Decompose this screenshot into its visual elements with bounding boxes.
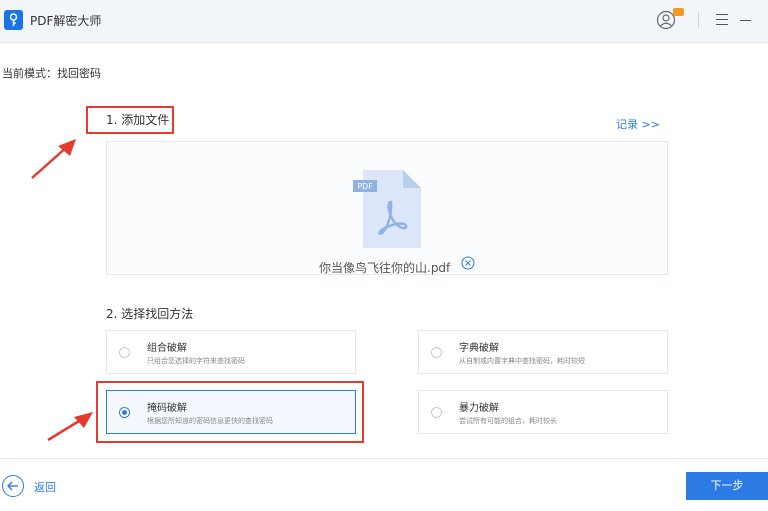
file-name: 你当像鸟飞往你的山.pdf [319, 261, 451, 275]
option-description: 尝试所有可能的组合，耗时较长 [459, 417, 557, 425]
menu-icon[interactable] [716, 14, 728, 26]
step2-title: 2. 选择找回方法 [106, 307, 194, 321]
arrow-left-icon [7, 481, 18, 491]
history-link[interactable]: 记录 >> [616, 116, 660, 132]
remove-file-icon[interactable] [461, 256, 475, 270]
option-dictionary-attack[interactable]: 字典破解 从自制或内置字典中查找密码，耗时较短 [418, 330, 668, 374]
bottom-bar: 返回 下一步 [0, 458, 768, 511]
annotation-arrow-icon [47, 412, 93, 442]
app-title: PDF解密大师 [30, 14, 102, 28]
annotation-highlight-box [96, 381, 364, 443]
option-title: 暴力破解 [459, 403, 499, 414]
vip-badge-icon [673, 8, 684, 16]
option-combination-attack[interactable]: 组合破解 只组合您选择的字符来查找密码 [106, 330, 356, 374]
step1-title: 1. 添加文件 [86, 106, 174, 134]
option-description: 从自制或内置字典中查找密码，耗时较短 [459, 357, 585, 365]
app-logo-icon [4, 10, 23, 30]
pdf-file-icon: PDF [353, 170, 421, 248]
titlebar-divider [698, 12, 699, 28]
file-drop-zone[interactable]: PDF 你当像鸟飞往你的山.pdf [106, 141, 668, 275]
title-bar: PDF解密大师 [0, 0, 768, 43]
radio-button[interactable] [431, 407, 442, 418]
pdf-badge-text: PDF [357, 182, 373, 191]
current-mode-label: 当前模式：找回密码 [2, 67, 101, 80]
option-description: 只组合您选择的字符来查找密码 [147, 357, 245, 365]
radio-button[interactable] [431, 347, 442, 358]
radio-button[interactable] [119, 347, 130, 358]
option-brute-force-attack[interactable]: 暴力破解 尝试所有可能的组合，耗时较长 [418, 390, 668, 434]
back-label[interactable]: 返回 [34, 479, 56, 495]
option-title: 组合破解 [147, 343, 187, 354]
next-step-button[interactable]: 下一步 [686, 472, 768, 500]
annotation-arrow-icon [31, 139, 76, 179]
back-button[interactable] [2, 475, 24, 497]
minimize-icon[interactable] [740, 20, 751, 21]
option-title: 字典破解 [459, 343, 499, 354]
